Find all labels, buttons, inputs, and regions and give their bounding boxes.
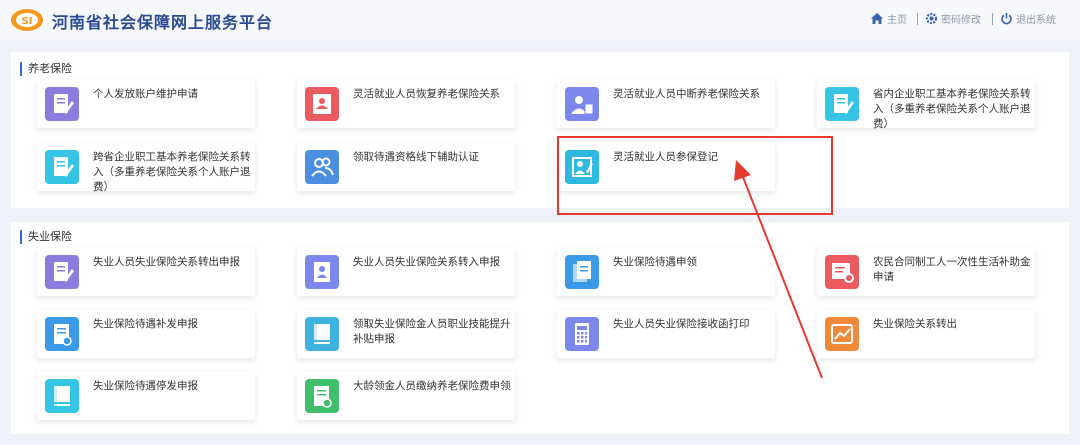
annotation-arrow <box>734 160 823 379</box>
